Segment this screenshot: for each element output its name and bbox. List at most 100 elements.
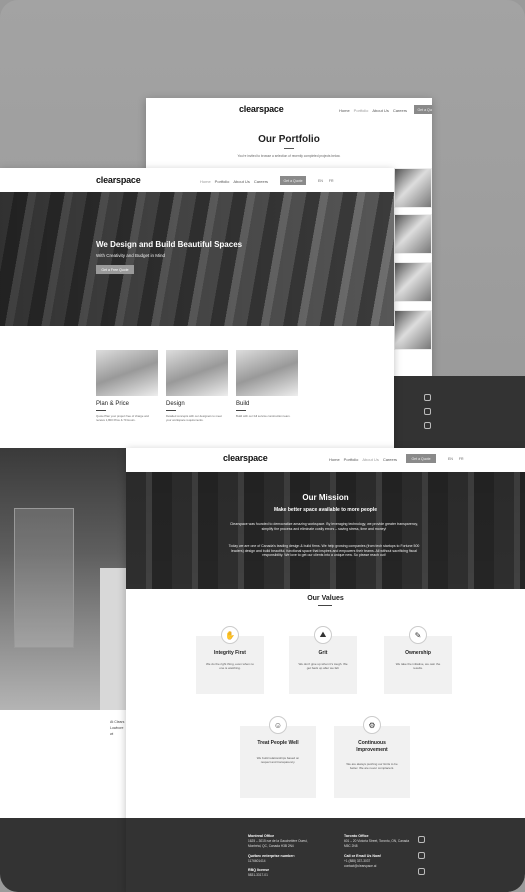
rbq-number: 5831-3317-01: [248, 873, 268, 878]
footer-montreal: Montreal Office 1625 – 3015 rue de la Ga…: [248, 834, 318, 848]
facebook-icon[interactable]: [418, 836, 425, 843]
value-desc: We don't give up when it's tough. We get…: [298, 662, 348, 671]
quebec-label: Québec enterprise number:: [248, 854, 295, 858]
pencil-icon: ✎: [409, 626, 427, 644]
service-desc: Detailed concepts with our designers to …: [166, 414, 222, 422]
top-nav: Home Portfolio About Us Careers: [339, 108, 407, 113]
about-page: clearspace Home Portfolio About Us Caree…: [126, 448, 525, 892]
nav-portfolio[interactable]: Portfolio: [354, 108, 369, 113]
value-name: Ownership: [405, 650, 431, 656]
value-card: ☺ Treat People Well We build relationshi…: [240, 716, 316, 798]
language-switch: EN FR: [448, 457, 464, 461]
project-thumbnail[interactable]: [394, 262, 432, 302]
logo[interactable]: clearspace: [239, 104, 284, 114]
mission-title: Our Mission: [302, 493, 349, 502]
service-image: [236, 350, 298, 396]
value-name: Continuous Improvement: [356, 740, 388, 753]
gear-icon: ⚙: [363, 716, 381, 734]
email-link[interactable]: contact@clearspace.ai: [344, 864, 376, 868]
footer-toronto: Toronto Office 601 – 20 Victoria Street,…: [344, 834, 410, 848]
fragment-line: At Clears: [110, 720, 125, 724]
service-card[interactable]: Plan & Price Quote Plan your project fre…: [96, 350, 158, 422]
footer-contact: Call or Email Us Now! +1 (888) 337-3037 …: [344, 854, 410, 868]
values-rule: [318, 605, 332, 606]
service-card[interactable]: Build Build with our full service constr…: [236, 350, 298, 419]
contact-label: Call or Email Us Now!: [344, 854, 382, 858]
toronto-address: 601 – 20 Victoria Street, Toronto, ON, C…: [344, 839, 410, 848]
logo[interactable]: clearspace: [96, 175, 141, 185]
home-page: clearspace Home Portfolio About Us Caree…: [0, 168, 394, 448]
value-desc: We do the right thing, even when no one …: [206, 662, 254, 671]
lang-fr[interactable]: FR: [459, 457, 464, 461]
value-name: Integrity First: [214, 650, 246, 656]
value-card: ✎ Ownership We take the initiative, we o…: [384, 626, 452, 694]
lang-en[interactable]: EN: [448, 457, 453, 461]
nav-careers[interactable]: Careers: [393, 108, 407, 113]
linkedin-icon[interactable]: [418, 852, 425, 859]
instagram-icon[interactable]: [424, 422, 431, 429]
nav-about[interactable]: About Us: [362, 457, 378, 462]
project-thumbnail[interactable]: [394, 168, 432, 208]
instagram-icon[interactable]: [418, 868, 425, 875]
facebook-icon[interactable]: [424, 394, 431, 401]
nav-portfolio[interactable]: Portfolio: [215, 179, 230, 184]
service-desc: Build with our full service construction…: [236, 414, 291, 418]
footer-social-panel: [394, 376, 525, 448]
wall-panel: [100, 568, 126, 718]
hero-title: We Design and Build Beautiful Spaces: [96, 240, 243, 249]
nav-about[interactable]: About Us: [372, 108, 388, 113]
service-image: [166, 350, 228, 396]
project-thumbnail[interactable]: [394, 214, 432, 254]
about-text-fragment: At Clears Lowbore wi: [0, 710, 126, 818]
quote-button[interactable]: Get a Quote: [280, 176, 306, 185]
project-thumbnail[interactable]: [394, 310, 432, 350]
nav-home[interactable]: Home: [200, 179, 211, 184]
logo[interactable]: clearspace: [223, 453, 268, 463]
service-card[interactable]: Design Detailed concepts with our design…: [166, 350, 228, 422]
service-title: Build: [236, 401, 250, 407]
service-image: [96, 350, 158, 396]
quote-button[interactable]: Get a Quote: [414, 105, 432, 114]
nav-home[interactable]: Home: [329, 457, 340, 462]
top-nav: Home Portfolio About Us Careers: [329, 457, 397, 462]
service-desc: Quote Plan your project free of charge a…: [96, 414, 149, 422]
value-desc: We build relationships based on respect …: [256, 756, 300, 765]
value-card: ⛰ Grit We don't give up when it's tough.…: [289, 626, 357, 694]
lang-fr[interactable]: FR: [329, 179, 334, 183]
nav-home[interactable]: Home: [339, 108, 350, 113]
page-title: Our Portfolio: [258, 134, 320, 145]
value-card: ✋ Integrity First We do the right thing,…: [196, 626, 264, 694]
quote-button[interactable]: Get a Quote: [406, 454, 436, 463]
linkedin-icon[interactable]: [424, 408, 431, 415]
mission-subtitle: Make better space available to more peop…: [273, 507, 378, 513]
screenshot-collage: clearspace Home Portfolio About Us Caree…: [0, 0, 525, 892]
value-card: ⚙ Continuous Improvement We are always p…: [334, 716, 410, 798]
glass-wall: [14, 508, 74, 648]
nav-portfolio[interactable]: Portfolio: [344, 457, 359, 462]
lang-en[interactable]: EN: [318, 179, 323, 183]
hand-icon: ✋: [221, 626, 239, 644]
service-rule: [96, 410, 106, 411]
title-rule: [284, 148, 294, 149]
nav-careers[interactable]: Careers: [383, 457, 397, 462]
value-desc: We are always pushing our limits to be b…: [346, 762, 398, 771]
footer-fragment: [0, 818, 126, 892]
service-rule: [236, 410, 246, 411]
footer-quebec: Québec enterprise number: 1176601414: [248, 854, 318, 864]
nav-careers[interactable]: Careers: [254, 179, 268, 184]
value-desc: We take the initiative, we own the resul…: [395, 662, 441, 671]
hero-banner: We Design and Build Beautiful Spaces Wit…: [0, 192, 394, 326]
values-title: Our Values: [307, 595, 344, 602]
top-nav: Home Portfolio About Us Careers: [200, 179, 268, 184]
phone-link[interactable]: +1 (888) 337-3037: [344, 859, 370, 863]
rbq-label: RBQ license: [248, 868, 270, 872]
hero-button[interactable]: Get a Free Quote: [96, 265, 134, 274]
value-name: Treat People Well: [257, 740, 299, 746]
service-title: Design: [166, 401, 185, 407]
footer: Montreal Office 1625 – 3015 rue de la Ga…: [126, 818, 525, 892]
footer-rbq: RBQ license 5831-3317-01: [248, 868, 318, 878]
mountain-icon: ⛰: [314, 626, 332, 644]
page-subtitle: You're invited to browse a selection of …: [237, 154, 341, 158]
nav-about[interactable]: About Us: [233, 179, 249, 184]
fragment-line: Lowbore: [110, 726, 124, 730]
